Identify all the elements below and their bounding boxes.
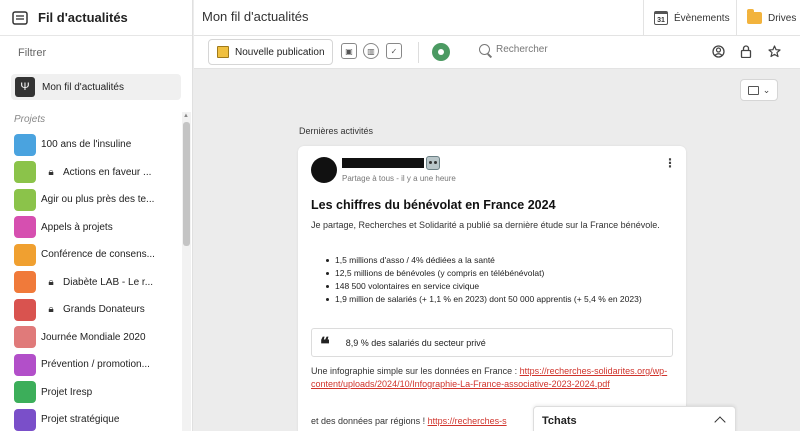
project-avatar-icon: [14, 161, 36, 184]
project-item[interactable]: 🔒︎ Diabète LAB - Le r...: [0, 269, 181, 297]
chat-title: Tchats: [542, 415, 577, 427]
project-name: Actions en faveur ...: [63, 166, 152, 178]
project-avatar-icon: [14, 243, 36, 266]
project-avatar-icon: [14, 326, 36, 349]
scrollbar-thumb[interactable]: [183, 122, 190, 246]
topbar: Mon fil d'actualités 31 Évènements Drive…: [194, 0, 800, 36]
image-post-icon[interactable]: ▣: [341, 43, 357, 59]
project-name: Diabète LAB - Le r...: [63, 276, 154, 288]
post-bullets: 1,5 millions d'asso / 4% dédiées a la sa…: [325, 254, 675, 306]
page-title: Mon fil d'actualités: [202, 9, 309, 24]
notepad-icon: [217, 46, 229, 58]
search-icon: [479, 44, 490, 55]
search-input[interactable]: [496, 44, 696, 55]
checklist-icon[interactable]: ✓: [386, 43, 402, 59]
user-circle-icon[interactable]: [712, 45, 725, 58]
robot-emoji-icon: [426, 156, 440, 170]
post-meta: Partage à tous - il y a une heure: [342, 174, 456, 183]
sidebar-title: Fil d'actualités: [38, 10, 128, 25]
project-avatar-icon: [14, 216, 36, 239]
project-item[interactable]: Agir ou plus près des te...: [0, 186, 181, 214]
project-name: Grands Donateurs: [63, 304, 145, 316]
project-name: Conférence de consens...: [41, 249, 155, 261]
drives-button[interactable]: Drives: [736, 0, 800, 36]
more-options-icon[interactable]: ⋮: [664, 157, 676, 169]
post-paragraph: Une infographie simple sur les données e…: [311, 365, 679, 391]
project-name: 100 ans de l'insuline: [41, 139, 132, 151]
author-name-redacted[interactable]: [342, 158, 424, 168]
sidebar-scrollbar[interactable]: ▲: [182, 112, 191, 431]
post-intro: Je partage, Recherches et Solidarité a p…: [311, 220, 660, 230]
projects-heading: Projets: [14, 114, 46, 125]
lock-icon: 🔒︎: [48, 276, 54, 288]
paragraph-text: et des données par régions !: [311, 416, 428, 426]
project-avatar-icon: [14, 408, 36, 431]
project-item[interactable]: 🔒︎ Actions en faveur ...: [0, 159, 181, 187]
toolbar: Nouvelle publication ▣ ▥ ✓: [194, 36, 800, 69]
lock-icon: 🔒︎: [48, 166, 54, 178]
sidebar-item-my-feed[interactable]: Ψ Mon fil d'actualités: [11, 74, 181, 100]
view-mode-dropdown[interactable]: ⌄: [740, 79, 778, 101]
project-avatar-icon: [14, 298, 36, 321]
paragraph-text: Une infographie simple sur les données e…: [311, 366, 520, 376]
project-list: 100 ans de l'insuline 🔒︎ Actions en faveur…: [0, 131, 181, 431]
project-item[interactable]: 100 ans de l'insuline: [0, 131, 181, 159]
folder-icon: [747, 9, 762, 24]
project-avatar-icon: [14, 353, 36, 376]
regions-link[interactable]: https://recherches-s: [428, 416, 507, 426]
scroll-up-icon[interactable]: ▲: [183, 113, 189, 119]
events-label: Évènements: [674, 12, 730, 24]
new-post-button[interactable]: Nouvelle publication: [208, 39, 333, 65]
chevron-up-icon[interactable]: [714, 416, 726, 428]
newspaper-icon: [12, 10, 28, 25]
bullet-item: 1,5 millions d'asso / 4% dédiées a la sa…: [325, 254, 675, 267]
eye-icon[interactable]: [432, 43, 450, 61]
project-avatar-icon: [14, 188, 36, 211]
quote-icon: ❝: [320, 333, 330, 355]
project-name: Prévention / promotion...: [41, 359, 150, 371]
sidebar-item-label: Mon fil d'actualités: [42, 81, 124, 93]
project-name: Projet Iresp: [41, 386, 93, 398]
project-item[interactable]: Prévention / promotion...: [0, 351, 181, 379]
project-avatar-icon: [14, 133, 36, 156]
chat-panel[interactable]: Tchats: [533, 406, 736, 431]
project-avatar-icon: [14, 381, 36, 404]
events-button[interactable]: 31 Évènements: [643, 0, 736, 36]
project-name: Projet stratégique: [41, 414, 120, 426]
filter-link[interactable]: Filtrer: [0, 36, 192, 70]
bullet-item: 1,9 million de salariés (+ 1,1 % en 2023…: [325, 293, 675, 306]
section-heading: Dernières activités: [299, 126, 374, 136]
project-name: Journée Mondiale 2020: [41, 331, 146, 343]
bullet-item: 148 500 volontaires en service civique: [325, 280, 675, 293]
project-item[interactable]: Appels à projets: [0, 214, 181, 242]
calendar-icon: 31: [654, 11, 668, 25]
lock-icon[interactable]: [740, 45, 752, 58]
lock-icon: 🔒︎: [48, 304, 54, 316]
quote-text: 8,9 % des salariés du secteur privé: [345, 337, 486, 348]
drives-label: Drives: [768, 12, 797, 24]
trident-icon: Ψ: [15, 77, 35, 97]
quote-block: ❝ 8,9 % des salariés du secteur privé: [311, 328, 673, 357]
post-card: Partage à tous - il y a une heure ⋮ Les …: [298, 146, 686, 431]
chevron-down-icon: ⌄: [762, 84, 771, 95]
sidebar: Fil d'actualités Filtrer Ψ Mon fil d'act…: [0, 0, 193, 431]
star-icon[interactable]: [768, 45, 781, 58]
toolbar-divider: [418, 42, 419, 63]
poll-icon[interactable]: ▥: [363, 43, 379, 59]
layout-icon: [747, 85, 759, 95]
project-avatar-icon: [14, 271, 36, 294]
project-item[interactable]: 🔒︎ Grands Donateurs: [0, 296, 181, 324]
project-item[interactable]: Projet Iresp: [0, 379, 181, 407]
project-item[interactable]: Journée Mondiale 2020: [0, 324, 181, 352]
avatar[interactable]: [311, 157, 337, 183]
project-item[interactable]: Conférence de consens...: [0, 241, 181, 269]
bullet-item: 12,5 millions de bénévoles (y compris en…: [325, 267, 675, 280]
post-title: Les chiffres du bénévolat en France 2024: [311, 198, 556, 212]
project-name: Appels à projets: [41, 221, 113, 233]
project-name: Agir ou plus près des te...: [41, 194, 155, 206]
project-item[interactable]: Projet stratégique: [0, 406, 181, 431]
new-post-label: Nouvelle publication: [235, 46, 325, 58]
sidebar-header: Fil d'actualités: [0, 0, 192, 36]
